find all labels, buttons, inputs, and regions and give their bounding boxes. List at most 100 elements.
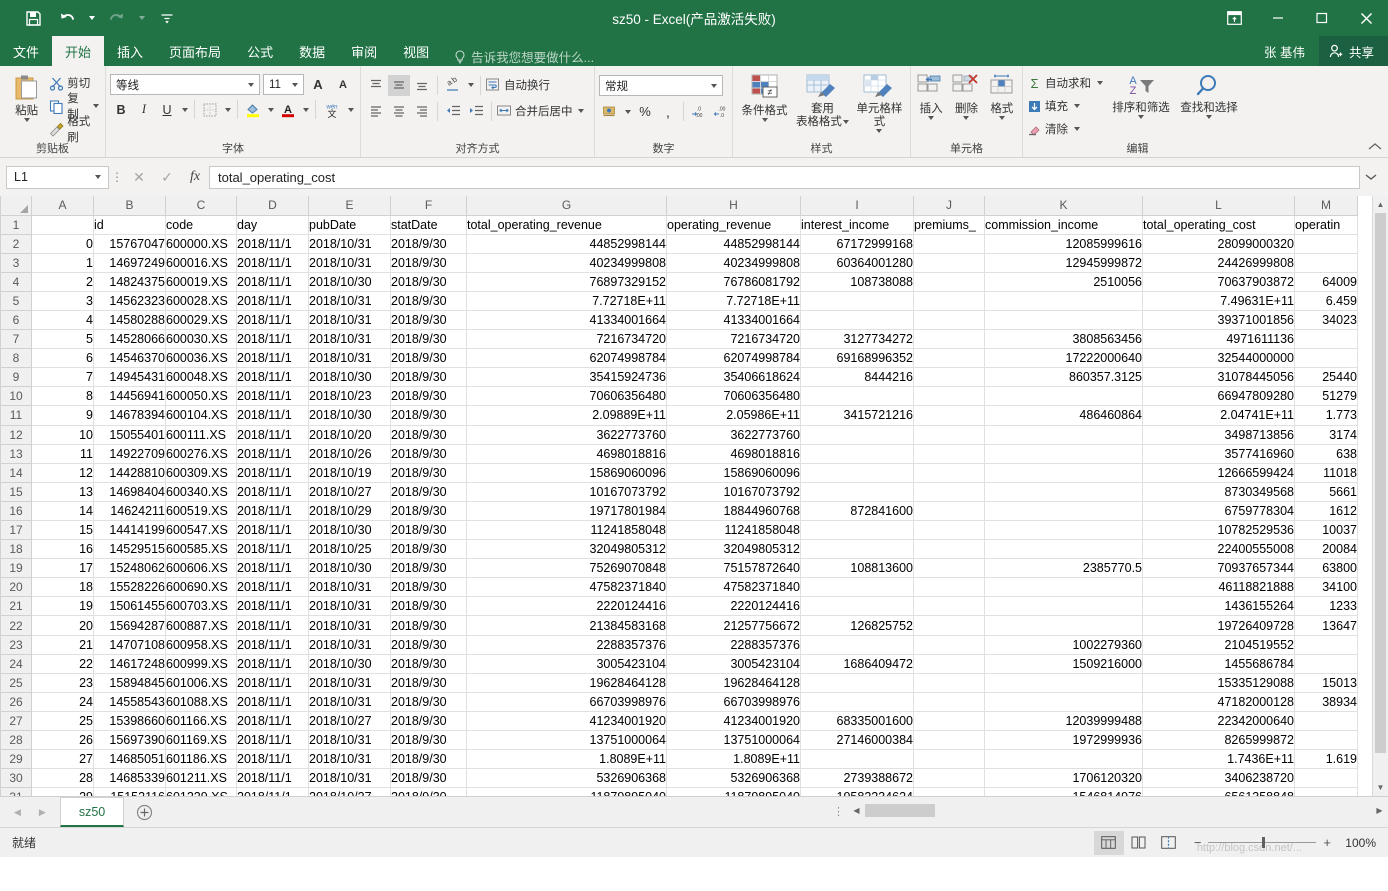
cell-B20[interactable]: 15528226 (93, 577, 166, 598)
cell-E5[interactable]: 2018/10/31 (308, 291, 391, 311)
column-header-B[interactable]: B (93, 196, 166, 216)
cell-F4[interactable]: 2018/9/30 (390, 272, 467, 292)
cell-L31[interactable]: 6561358848 (1142, 787, 1295, 796)
insert-cells-button[interactable]: 插入 (915, 71, 947, 121)
cell-D27[interactable]: 2018/11/1 (236, 711, 309, 732)
cell-E12[interactable]: 2018/10/20 (308, 425, 391, 445)
cell-G12[interactable]: 3622773760 (466, 425, 667, 445)
cell-J21[interactable] (913, 596, 985, 617)
cell-B25[interactable]: 15894845 (93, 673, 166, 693)
scroll-down-icon[interactable]: ▼ (1373, 779, 1388, 796)
cell-F25[interactable]: 2018/9/30 (390, 673, 467, 693)
cell-K20[interactable] (984, 577, 1143, 598)
cell-A2[interactable]: 0 (31, 234, 94, 254)
cell-J25[interactable] (913, 673, 985, 693)
cell-A15[interactable]: 13 (31, 482, 94, 502)
cell-H8[interactable]: 62074998784 (666, 348, 801, 369)
cell-C13[interactable]: 600276.XS (165, 444, 237, 464)
cell-B18[interactable]: 14529515 (93, 539, 166, 560)
row-header-26[interactable]: 26 (0, 691, 32, 712)
row-header-21[interactable]: 21 (0, 596, 32, 617)
cell-F8[interactable]: 2018/9/30 (390, 348, 467, 369)
cell-E16[interactable]: 2018/10/29 (308, 501, 391, 522)
cell-C14[interactable]: 600309.XS (165, 463, 237, 483)
cell-I7[interactable]: 3127734272 (800, 329, 914, 350)
zoom-out-icon[interactable]: − (1194, 835, 1202, 850)
cell-M15[interactable]: 5661 (1294, 482, 1358, 502)
cell-B29[interactable]: 14685051 (93, 749, 166, 770)
clear-dropdown-icon[interactable] (1071, 119, 1082, 140)
cell-J8[interactable] (913, 348, 985, 369)
cell-M11[interactable]: 1.773 (1294, 405, 1358, 426)
cell-J7[interactable] (913, 329, 985, 350)
cell-B3[interactable]: 14697249 (93, 253, 166, 273)
cell-G30[interactable]: 5326906368 (466, 768, 667, 789)
cell-I22[interactable]: 126825752 (800, 615, 914, 636)
cell-B31[interactable]: 15152116 (93, 787, 166, 796)
page-break-preview-button[interactable] (1154, 831, 1184, 855)
zoom-slider[interactable] (1208, 837, 1317, 848)
cell-D18[interactable]: 2018/11/1 (236, 539, 309, 560)
cell-D3[interactable]: 2018/11/1 (236, 253, 309, 273)
cell-I17[interactable] (800, 520, 914, 541)
cell-L22[interactable]: 19726409728 (1142, 615, 1295, 636)
cell-K31[interactable]: 1546814976 (984, 787, 1143, 796)
row-header-12[interactable]: 12 (0, 424, 32, 445)
cell-K2[interactable]: 12085999616 (984, 234, 1143, 254)
cell-K23[interactable]: 1002279360 (984, 635, 1143, 655)
cell-M3[interactable] (1294, 253, 1358, 273)
cell-K13[interactable] (984, 444, 1143, 464)
cell-D11[interactable]: 2018/11/1 (236, 405, 309, 426)
column-header-C[interactable]: C (165, 196, 237, 216)
cell-E28[interactable]: 2018/10/31 (308, 730, 391, 751)
cell-C30[interactable]: 601211.XS (165, 768, 237, 789)
cell-G6[interactable]: 41334001664 (466, 310, 667, 331)
column-header-L[interactable]: L (1142, 196, 1295, 216)
cell-H19[interactable]: 75157872640 (666, 558, 801, 579)
cell-I30[interactable]: 2739388672 (800, 768, 914, 789)
sort-filter-button[interactable]: AZ 排序和筛选 (1109, 70, 1173, 120)
cell-I10[interactable] (800, 386, 914, 407)
cell-B19[interactable]: 15248062 (93, 558, 166, 579)
undo-dropdown-icon[interactable] (86, 5, 98, 31)
prev-sheet-icon[interactable]: ◀ (14, 807, 21, 818)
cell-A11[interactable]: 9 (31, 405, 94, 426)
cell-M22[interactable]: 13647 (1294, 615, 1358, 636)
cell-B27[interactable]: 15398660 (93, 711, 166, 732)
cell-I13[interactable] (800, 444, 914, 464)
cell-M13[interactable]: 638 (1294, 444, 1358, 464)
cell-A7[interactable]: 5 (31, 329, 94, 350)
cell-A20[interactable]: 18 (31, 577, 94, 598)
cell-H26[interactable]: 66703998976 (666, 692, 801, 712)
cell-B23[interactable]: 14707108 (93, 635, 166, 655)
cell-E24[interactable]: 2018/10/30 (308, 654, 391, 674)
cell-F13[interactable]: 2018/9/30 (390, 444, 467, 464)
horizontal-scrollbar[interactable]: ◀ ▶ (848, 802, 1388, 819)
cell-J27[interactable] (913, 711, 985, 732)
cell-G18[interactable]: 32049805312 (466, 539, 667, 560)
cell-E29[interactable]: 2018/10/31 (308, 749, 391, 770)
cell-K21[interactable] (984, 596, 1143, 617)
cell-F15[interactable]: 2018/9/30 (390, 482, 467, 502)
cell-E22[interactable]: 2018/10/31 (308, 615, 391, 636)
cell-L20[interactable]: 46118821888 (1142, 577, 1295, 598)
cell-J18[interactable] (913, 539, 985, 560)
cell-D13[interactable]: 2018/11/1 (236, 444, 309, 464)
cell-H27[interactable]: 41234001920 (666, 711, 801, 732)
paste-dropdown-icon[interactable] (23, 118, 30, 123)
cell-E7[interactable]: 2018/10/31 (308, 329, 391, 350)
cell-B16[interactable]: 14624211 (93, 501, 166, 522)
cell-E3[interactable]: 2018/10/31 (308, 253, 391, 273)
cell-H14[interactable]: 15869060096 (666, 463, 801, 483)
cell-I4[interactable]: 108738088 (800, 272, 914, 292)
cell-C19[interactable]: 600606.XS (165, 558, 237, 579)
table-row[interactable]: 5 3 14562323 600028.XS 2018/11/1 2018/10/31 20… (0, 290, 1358, 311)
cell-G24[interactable]: 3005423104 (466, 654, 667, 674)
cell-D22[interactable]: 2018/11/1 (236, 615, 309, 636)
cell-E17[interactable]: 2018/10/30 (308, 520, 391, 541)
paste-button[interactable]: 粘贴 (4, 71, 49, 123)
cell-styles-dropdown-icon[interactable] (876, 129, 883, 134)
cell-L26[interactable]: 47182000128 (1142, 692, 1295, 712)
scroll-left-icon[interactable]: ◀ (848, 802, 865, 819)
cell-E18[interactable]: 2018/10/25 (308, 539, 391, 560)
